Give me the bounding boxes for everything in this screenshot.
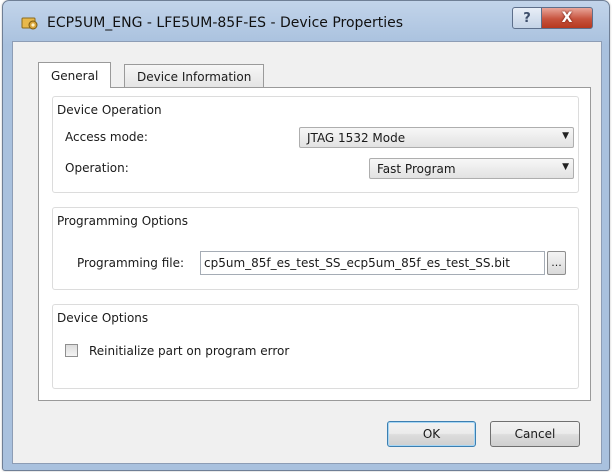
reinitialize-label[interactable]: Reinitialize part on program error — [89, 344, 289, 358]
app-icon — [21, 15, 39, 31]
access-mode-label: Access mode: — [65, 130, 148, 144]
device-options-group: Device Options Reinitialize part on prog… — [52, 304, 579, 389]
device-options-title: Device Options — [57, 311, 149, 325]
close-button[interactable]: X — [541, 7, 593, 29]
general-tab-panel: Device Operation Access mode: JTAG 1532 … — [38, 87, 591, 401]
ok-button[interactable]: OK — [387, 421, 476, 447]
device-properties-window: ECP5UM_ENG - LFE5UM-85F-ES - Device Prop… — [2, 0, 610, 471]
chevron-down-icon: ▼ — [562, 162, 569, 172]
dialog-client-area: General Device Information Device Operat… — [12, 41, 602, 464]
operation-label: Operation: — [65, 161, 129, 175]
access-mode-select[interactable]: JTAG 1532 Mode ▼ — [299, 127, 574, 148]
tab-general[interactable]: General — [38, 62, 112, 88]
device-operation-group: Device Operation Access mode: JTAG 1532 … — [52, 96, 579, 193]
programming-options-group: Programming Options Programming file: cp… — [52, 207, 579, 290]
cancel-button[interactable]: Cancel — [490, 421, 580, 447]
programming-file-input[interactable]: cp5um_85f_es_test_SS_ecp5um_85f_es_test_… — [200, 251, 545, 275]
operation-select[interactable]: Fast Program ▼ — [369, 158, 574, 179]
help-button[interactable]: ? — [512, 7, 542, 29]
chevron-down-icon: ▼ — [562, 131, 569, 141]
reinitialize-checkbox[interactable] — [65, 344, 78, 357]
browse-file-button[interactable]: ... — [547, 251, 566, 275]
programming-file-label: Programming file: — [77, 256, 185, 270]
device-operation-title: Device Operation — [57, 103, 162, 117]
title-bar[interactable]: ECP5UM_ENG - LFE5UM-85F-ES - Device Prop… — [3, 1, 609, 39]
programming-options-title: Programming Options — [57, 214, 188, 228]
window-title: ECP5UM_ENG - LFE5UM-85F-ES - Device Prop… — [47, 15, 404, 31]
operation-value: Fast Program — [377, 162, 456, 176]
access-mode-value: JTAG 1532 Mode — [307, 131, 406, 145]
tab-device-information[interactable]: Device Information — [124, 64, 265, 88]
